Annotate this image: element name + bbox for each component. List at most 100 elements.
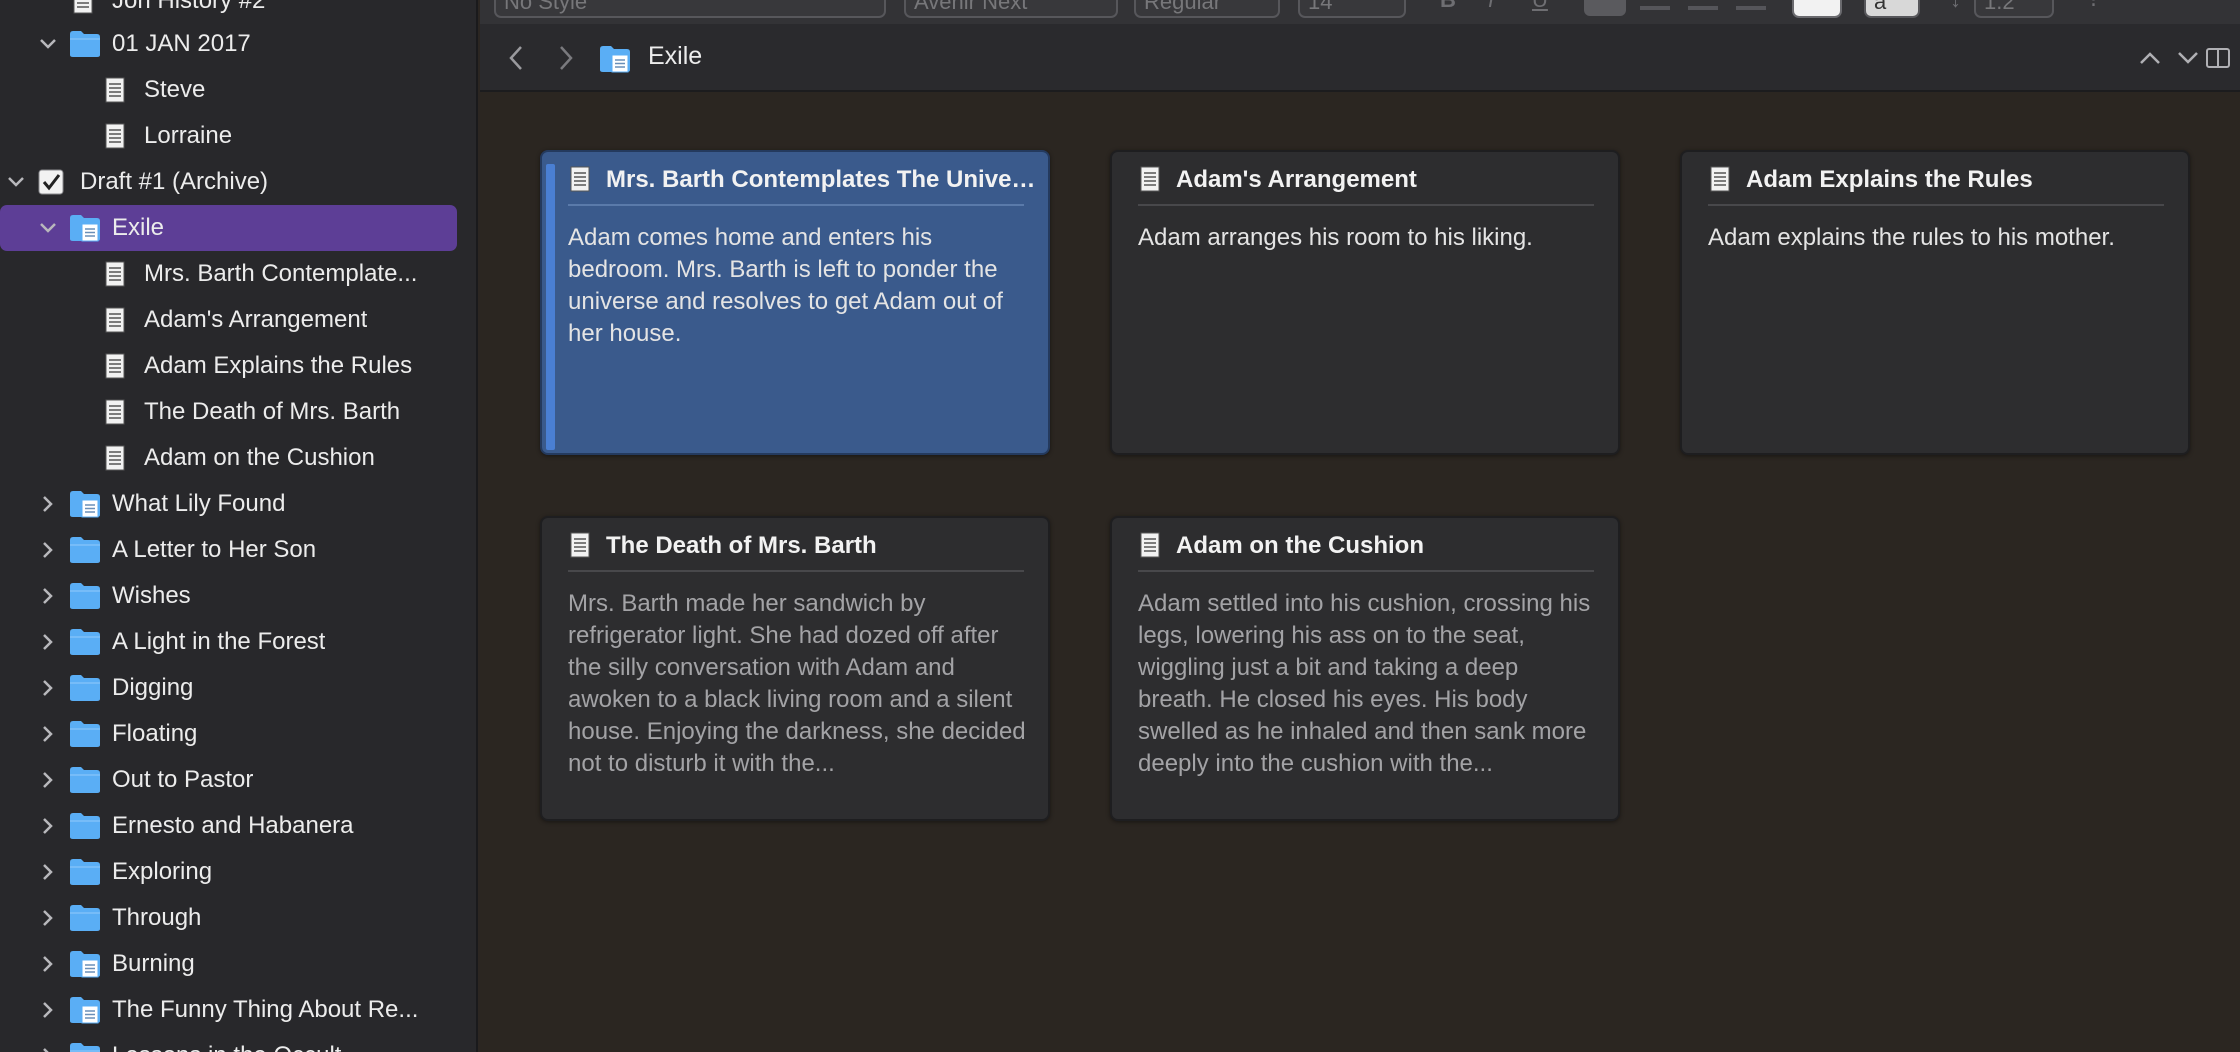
disclosure-collapsed-icon[interactable]: [37, 1045, 59, 1052]
disclosure-expanded-icon[interactable]: [37, 217, 59, 239]
bold-button[interactable]: B: [1440, 0, 1456, 16]
binder-item-label: Burning: [112, 950, 195, 977]
binder-item-label: What Lily Found: [112, 490, 286, 517]
folder-icon: [68, 1041, 102, 1052]
index-card[interactable]: Adam on the Cushion Adam settled into his…: [1110, 516, 1620, 821]
next-document-button[interactable]: [2172, 42, 2204, 74]
disclosure-collapsed-icon[interactable]: [37, 953, 59, 975]
disclosure-collapsed-icon[interactable]: [37, 999, 59, 1021]
chevron-up-icon: [2140, 52, 2160, 64]
binder-item[interactable]: Mrs. Barth Contemplate...: [0, 251, 476, 297]
index-card[interactable]: Adam Explains the Rules Adam explains the…: [1680, 150, 2190, 455]
binder-item[interactable]: What Lily Found: [0, 481, 476, 527]
disclosure-expanded-icon[interactable]: [37, 33, 59, 55]
binder-item[interactable]: Exile: [0, 205, 457, 251]
binder-item-label: Adam's Arrangement: [144, 306, 368, 333]
card-synopsis[interactable]: Adam comes home and enters his bedroom. …: [568, 222, 1028, 350]
card-title[interactable]: Adam on the Cushion: [1176, 532, 1610, 560]
card-synopsis[interactable]: Adam explains the rules to his mother.: [1708, 222, 2168, 254]
card-synopsis[interactable]: Mrs. Barth made her sandwich by refriger…: [568, 588, 1028, 780]
binder-item[interactable]: Lorraine: [0, 113, 476, 159]
binder-item[interactable]: Draft #1 (Archive): [0, 159, 476, 205]
align-left-button[interactable]: [1584, 0, 1626, 16]
forward-button[interactable]: [550, 42, 582, 74]
binder-item[interactable]: The Funny Thing About Re...: [0, 987, 476, 1033]
binder-item-label: Draft #1 (Archive): [80, 168, 269, 195]
align-center-button[interactable]: [1640, 6, 1670, 10]
previous-document-button[interactable]: [2134, 42, 2166, 74]
line-spacing-icon: ↓: [1950, 0, 1961, 16]
folder-icon: [68, 535, 102, 565]
split-view-icon: [2206, 48, 2230, 68]
font-weight-popup[interactable]: Regular: [1134, 0, 1280, 18]
disclosure-expanded-icon[interactable]: [5, 171, 27, 193]
binder-item[interactable]: Lessons in the Occult: [0, 1033, 476, 1052]
binder-item-label: Digging: [112, 674, 194, 701]
binder-item[interactable]: A Letter to Her Son: [0, 527, 476, 573]
folder-icon: [68, 857, 102, 887]
disclosure-collapsed-icon[interactable]: [37, 677, 59, 699]
index-card[interactable]: Mrs. Barth Contemplates The Universe Adam…: [540, 150, 1050, 455]
disclosure-collapsed-icon[interactable]: [37, 861, 59, 883]
card-title[interactable]: Adam Explains the Rules: [1746, 166, 2180, 194]
card-title[interactable]: Adam's Arrangement: [1176, 166, 1610, 194]
font-size-popup[interactable]: 14: [1298, 0, 1406, 18]
binder-item[interactable]: Exploring: [0, 849, 476, 895]
document-icon: [104, 261, 126, 287]
binder-item[interactable]: The Death of Mrs. Barth: [0, 389, 476, 435]
underline-button[interactable]: U: [1532, 0, 1548, 16]
disclosure-collapsed-icon[interactable]: [37, 493, 59, 515]
highlight-color-popup[interactable]: a: [1864, 0, 1920, 18]
card-title[interactable]: The Death of Mrs. Barth: [606, 532, 1040, 560]
format-bar: No Style Avenir Next Regular 14 B I U a …: [480, 0, 2240, 24]
binder-item[interactable]: Through: [0, 895, 476, 941]
folder-icon: [68, 581, 102, 611]
binder-item[interactable]: Burning: [0, 941, 476, 987]
binder-item-label: The Death of Mrs. Barth: [144, 398, 401, 425]
line-spacing-popup[interactable]: 1.2: [1974, 0, 2054, 18]
binder-item[interactable]: Adam Explains the Rules: [0, 343, 476, 389]
card-synopsis[interactable]: Adam settled into his cushion, crossing …: [1138, 588, 1598, 780]
card-synopsis[interactable]: Adam arranges his room to his liking.: [1138, 222, 1598, 254]
corkboard[interactable]: Mrs. Barth Contemplates The Universe Adam…: [480, 92, 2240, 1052]
binder-item[interactable]: Adam on the Cushion: [0, 435, 476, 481]
font-family-popup[interactable]: Avenir Next: [904, 0, 1118, 18]
card-title[interactable]: Mrs. Barth Contemplates The Universe: [606, 166, 1040, 194]
binder-item-label: 01 JAN 2017: [112, 30, 251, 57]
split-editor-button[interactable]: [2202, 42, 2234, 74]
editor-header-bar: Exile: [480, 24, 2240, 92]
disclosure-collapsed-icon[interactable]: [37, 585, 59, 607]
binder-item[interactable]: 01 JAN 2017: [0, 21, 476, 67]
binder-item[interactable]: Floating: [0, 711, 476, 757]
binder-item[interactable]: Adam's Arrangement: [0, 297, 476, 343]
document-icon: [104, 307, 126, 333]
disclosure-collapsed-icon[interactable]: [37, 723, 59, 745]
binder-sidebar[interactable]: Jon History #2 01 JAN 2017 Steve Lorrain…: [0, 0, 478, 1052]
disclosure-collapsed-icon[interactable]: [37, 631, 59, 653]
list-style-icon[interactable]: ⁝: [2090, 0, 2097, 16]
document-icon: [1139, 166, 1161, 192]
binder-item[interactable]: Digging: [0, 665, 476, 711]
disclosure-collapsed-icon[interactable]: [37, 539, 59, 561]
align-right-button[interactable]: [1688, 6, 1718, 10]
index-card[interactable]: Adam's Arrangement Adam arranges his room…: [1110, 150, 1620, 455]
folder-icon: [68, 765, 102, 795]
italic-button[interactable]: I: [1488, 0, 1494, 16]
binder-item[interactable]: Wishes: [0, 573, 476, 619]
disclosure-collapsed-icon[interactable]: [37, 815, 59, 837]
index-card[interactable]: The Death of Mrs. Barth Mrs. Barth made h…: [540, 516, 1050, 821]
binder-item[interactable]: Ernesto and Habanera: [0, 803, 476, 849]
text-color-well[interactable]: [1792, 0, 1842, 18]
folder-icon: [68, 719, 102, 749]
paragraph-style-popup[interactable]: No Style: [494, 0, 886, 18]
binder-item[interactable]: Out to Pastor: [0, 757, 476, 803]
disclosure-collapsed-icon[interactable]: [37, 907, 59, 929]
binder-item-label: A Light in the Forest: [112, 628, 326, 655]
folder-document-icon: [68, 995, 102, 1025]
back-button[interactable]: [500, 42, 532, 74]
justify-button[interactable]: [1736, 6, 1766, 10]
binder-item-label: Through: [112, 904, 202, 931]
disclosure-collapsed-icon[interactable]: [37, 769, 59, 791]
binder-item[interactable]: Steve: [0, 67, 476, 113]
binder-item[interactable]: A Light in the Forest: [0, 619, 476, 665]
